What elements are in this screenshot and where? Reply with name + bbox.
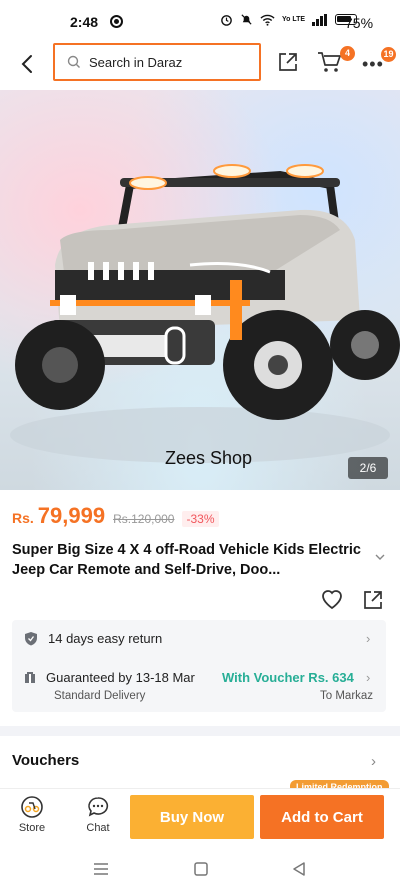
home-icon[interactable] [194, 862, 208, 876]
screen-record-icon [110, 15, 123, 28]
status-icons: Yo LTE [220, 13, 358, 26]
delivery-chevron-icon[interactable]: › [366, 670, 370, 685]
wishlist-heart-icon[interactable] [320, 588, 344, 610]
currency-label: Rs. [12, 510, 34, 526]
delivery-destination: To Markaz [320, 690, 374, 702]
discount-badge: -33% [182, 511, 219, 527]
delivery-guarantee-icon [25, 672, 35, 683]
store-button[interactable]: Store [14, 793, 50, 834]
voucher-text[interactable]: With Voucher Rs. 634 [222, 670, 354, 685]
search-icon [67, 55, 80, 68]
add-to-cart-button[interactable]: Add to Cart [260, 795, 384, 839]
chat-icon [88, 797, 109, 817]
network-type: Yo LTE [282, 16, 306, 23]
section-divider [0, 726, 400, 736]
shield-icon [25, 632, 37, 646]
return-policy-row[interactable]: 14 days easy return [24, 631, 162, 646]
recent-apps-icon[interactable] [93, 862, 109, 876]
cart-count-badge: 4 [340, 46, 355, 61]
delivery-row[interactable]: Guaranteed by 13-18 Mar [24, 670, 195, 685]
status-bar: 2:48 Yo LTE 75% [0, 0, 400, 44]
current-price: 79,999 [37, 503, 106, 528]
share-icon[interactable] [276, 50, 300, 74]
mute-icon [241, 14, 252, 25]
back-arrow-icon[interactable] [14, 50, 42, 78]
alarm-icon [221, 15, 232, 26]
search-placeholder: Search in Daraz [89, 54, 183, 70]
search-box[interactable]: Search in Daraz [53, 43, 261, 81]
price-row: Rs. 79,999 Rs.120,000 -33% [12, 503, 219, 529]
product-image-gallery[interactable] [0, 90, 400, 490]
guarantee-text: Guaranteed by 13-18 Mar [46, 670, 195, 685]
vouchers-heading[interactable]: Vouchers [12, 752, 79, 769]
shop-watermark: Zees Shop [165, 448, 253, 468]
chat-button[interactable]: Chat [80, 793, 116, 834]
back-nav-icon[interactable] [292, 862, 306, 876]
signal-icon [312, 13, 328, 26]
notification-count-badge: 19 [381, 47, 396, 62]
vouchers-chevron-icon[interactable]: › [371, 753, 376, 770]
return-chevron-icon[interactable]: › [366, 631, 370, 646]
battery-percent: 75% [345, 15, 374, 31]
wifi-icon [260, 14, 275, 26]
image-counter: 2/6 [348, 457, 388, 479]
status-time: 2:48 [70, 14, 99, 30]
system-navigation-bar [0, 846, 400, 892]
return-policy-text: 14 days easy return [48, 631, 163, 646]
bottom-action-bar: Store Chat Buy Now Add to Cart [0, 788, 400, 844]
chevron-down-icon[interactable] [374, 552, 386, 562]
store-icon [21, 796, 43, 818]
original-price: Rs.120,000 [113, 512, 175, 526]
service-info-box: 14 days easy return › Guaranteed by 13-1… [12, 620, 386, 712]
buy-now-button[interactable]: Buy Now [130, 795, 254, 839]
product-title[interactable]: Super Big Size 4 X 4 off-Road Vehicle Ki… [12, 540, 374, 580]
store-label: Store [18, 822, 46, 834]
product-jeep-image [10, 164, 400, 463]
chat-label: Chat [86, 822, 110, 834]
top-header: Search in Daraz 4 ••• 19 [0, 40, 400, 86]
delivery-type: Standard Delivery [54, 690, 146, 702]
share-product-icon[interactable] [361, 588, 385, 612]
cart-icon[interactable] [316, 50, 342, 74]
